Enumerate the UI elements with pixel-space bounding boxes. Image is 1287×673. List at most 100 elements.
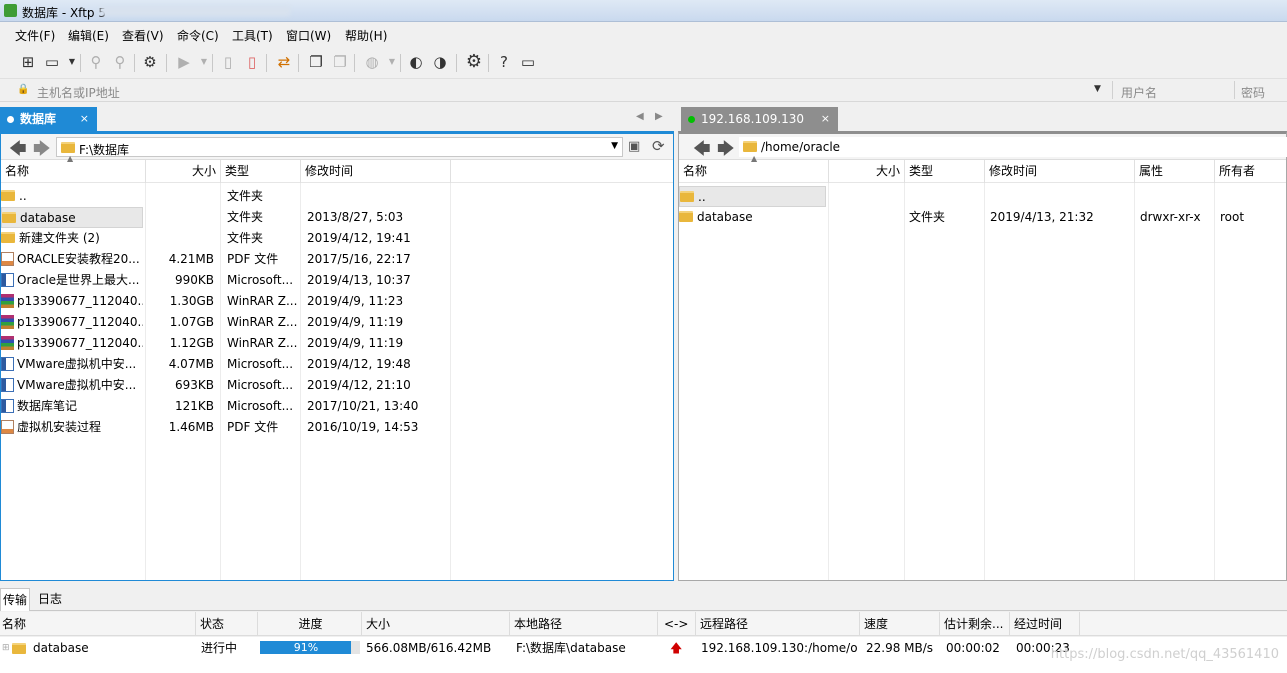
settings-gear-icon[interactable]: ⚙ [464,52,484,72]
file-row[interactable]: database 文件夹 2013/8/27, 5:03 [1,207,673,228]
remote-path-text: /home/oracle [761,140,841,154]
rar-file-icon [1,314,14,329]
transfer-icon[interactable]: ⇄ [274,52,294,72]
xmanager-icon[interactable]: ◑ [430,52,450,72]
col-status[interactable]: 状态 [196,612,258,636]
tab-local[interactable]: 数据库 × [0,107,97,131]
menu-view[interactable]: 查看(V) [122,27,164,44]
tab-next-icon[interactable]: ▶ [655,111,663,122]
file-type: PDF 文件 [227,420,279,434]
file-name: Oracle是世界上最大... [17,273,140,287]
file-type: Microsoft... [227,378,294,392]
file-name: .. [698,190,706,204]
file-type: WinRAR Z... [227,336,297,350]
connect-icon[interactable]: ⚲ [86,52,106,72]
tab-log[interactable]: 日志 [36,588,64,611]
remote-path-field[interactable]: /home/oracle [739,137,1287,157]
transfer-header: 名称 状态 进度 大小 本地路径 <-> 远程路径 速度 估计剩余... 经过时… [0,612,1287,636]
col-type[interactable]: 类型 [905,160,985,183]
play-icon[interactable]: ▶ [174,52,194,72]
file-type: 文件夹 [227,231,264,245]
file-size: 990KB [174,273,214,287]
col-size[interactable]: 大小 [362,612,510,636]
local-columns-header: 名称 ▲ 大小 类型 修改时间 [1,154,673,183]
globe-dropdown-icon[interactable]: ▼ [382,52,402,72]
open-dropdown-icon[interactable]: ▼ [62,52,82,72]
new-file-icon[interactable]: ▯ [218,52,238,72]
play-dropdown-icon[interactable]: ▼ [194,52,214,72]
transfer-status: 进行中 [201,641,238,655]
col-modified[interactable]: 修改时间 [301,160,451,183]
file-type: WinRAR Z... [227,315,297,329]
pdf-file-icon [1,419,14,434]
file-row[interactable]: VMware虚拟机中安... 4.07MB Microsoft... 2019/4/1… [1,354,673,375]
col-type[interactable]: 类型 [221,160,301,183]
password-input[interactable]: 密码 [1241,84,1265,101]
file-row[interactable]: .. [679,186,1286,207]
copy-icon[interactable]: ❐ [306,52,326,72]
col-speed[interactable]: 速度 [860,612,940,636]
new-folder-icon[interactable]: ▣ [628,139,640,154]
col-name[interactable]: 名称 [0,612,196,636]
tab-prev-icon[interactable]: ◀ [636,111,644,122]
close-icon[interactable]: × [821,107,830,131]
col-size[interactable]: 大小 [146,160,221,183]
col-owner[interactable]: 所有者 [1215,160,1287,183]
open-folder-icon[interactable]: ▭ [42,52,62,72]
file-modified: 2019/4/12, 19:48 [307,357,411,371]
col-modified[interactable]: 修改时间 [985,160,1135,183]
edit-file-icon[interactable]: ▯ [242,52,262,72]
file-row[interactable]: p13390677_112040... 1.30GB WinRAR Z... 2019… [1,291,673,312]
globe-icon[interactable]: ◍ [362,52,382,72]
local-path-field[interactable]: F:\数据库 ▼ [56,137,623,157]
col-elapsed[interactable]: 经过时间 [1010,612,1080,636]
col-size[interactable]: 大小 [829,160,905,183]
col-remote-path[interactable]: 远程路径 [696,612,860,636]
file-row[interactable]: Oracle是世界上最大... 990KB Microsoft... 2019/4/1… [1,270,673,291]
file-row[interactable]: VMware虚拟机中安... 693KB Microsoft... 2019/4/12… [1,375,673,396]
file-name: p13390677_112040... [17,336,143,350]
file-row[interactable]: .. 文件夹 [1,186,673,207]
file-row[interactable]: database 文件夹 2019/4/13, 21:32 drwxr-xr-x roo… [679,207,1286,228]
disconnect-icon[interactable]: ⚲ [110,52,130,72]
col-attr[interactable]: 属性 [1135,160,1215,183]
tab-remote[interactable]: 192.168.109.130 × [681,107,838,131]
col-progress[interactable]: 进度 [258,612,362,636]
username-input[interactable]: 用户名 [1121,84,1157,101]
tab-transfer[interactable]: 传输 [0,588,31,611]
file-type: 文件夹 [227,189,264,203]
menu-edit[interactable]: 编辑(E) [68,27,109,44]
properties-icon[interactable]: ⚙ [140,52,160,72]
xshell-icon[interactable]: ◐ [406,52,426,72]
file-row[interactable]: p13390677_112040... 1.12GB WinRAR Z... 2019… [1,333,673,354]
col-eta[interactable]: 估计剩余... [940,612,1010,636]
col-name[interactable]: 名称 [679,160,829,183]
doc-file-icon [1,377,14,392]
file-row[interactable]: 虚拟机安装过程 1.46MB PDF 文件 2016/10/19, 14:53 [1,417,673,438]
col-name[interactable]: 名称 [1,160,146,183]
path-dropdown-icon[interactable]: ▼ [611,141,618,151]
refresh-icon[interactable]: ⟳ [652,137,665,155]
menu-help[interactable]: 帮助(H) [345,27,387,44]
close-icon[interactable]: × [80,107,89,131]
expand-icon[interactable]: ⊞ [2,637,10,659]
menu-window[interactable]: 窗口(W) [286,27,331,44]
paste-icon[interactable]: ❐ [330,52,350,72]
new-session-icon[interactable]: ⊞ [18,52,38,72]
host-dropdown-icon[interactable]: ▼ [1094,84,1101,94]
menu-file[interactable]: 文件(F) [15,27,55,44]
file-row[interactable]: p13390677_112040... 1.07GB WinRAR Z... 2019… [1,312,673,333]
file-size: 4.07MB [168,357,214,371]
col-direction[interactable]: <-> [658,612,696,636]
col-local-path[interactable]: 本地路径 [510,612,658,636]
menu-tools[interactable]: 工具(T) [232,27,273,44]
file-row[interactable]: ORACLE安装教程20... 4.21MB PDF 文件 2017/5/16, 22… [1,249,673,270]
file-modified: 2019/4/12, 21:10 [307,378,411,392]
help-icon[interactable]: ? [494,52,514,72]
host-input[interactable]: 主机名或IP地址 [37,84,120,101]
file-modified [307,186,447,207]
file-row[interactable]: 新建文件夹 (2) 文件夹 2019/4/12, 19:41 [1,228,673,249]
feedback-icon[interactable]: ▭ [518,52,538,72]
menu-command[interactable]: 命令(C) [177,27,219,44]
file-row[interactable]: 数据库笔记 121KB Microsoft... 2017/10/21, 13:40 [1,396,673,417]
